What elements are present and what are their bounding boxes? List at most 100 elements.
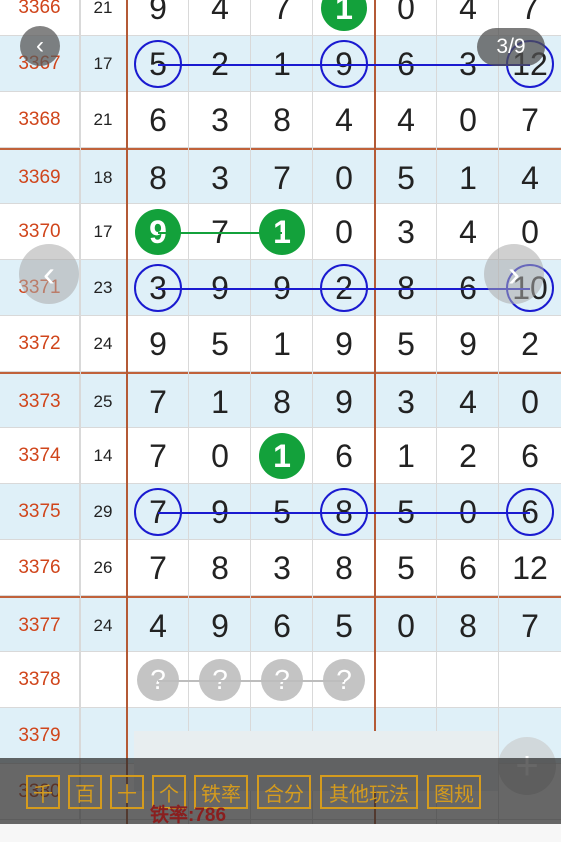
digit-cell: 5 [375, 150, 437, 206]
sum-value [80, 708, 126, 764]
digit: 7 [149, 549, 167, 586]
digit: 7 [149, 383, 167, 420]
previous-image-button[interactable]: ‹ [19, 244, 79, 304]
digit-cell: 9 [313, 316, 375, 372]
digit-cell: 9 [313, 374, 375, 430]
highlighted-digit: 1 [335, 0, 353, 26]
digit: 7 [273, 159, 291, 196]
digit-cell: 5 [313, 598, 375, 654]
digit: 9 [211, 607, 229, 644]
table-row: 3377 24 4 9 6 5 0 8 7 [0, 596, 561, 654]
digit-cell: 1 [251, 428, 313, 484]
digit-cell: 9 [437, 316, 499, 372]
page-counter: 3/9 [477, 28, 545, 66]
sum-value [80, 652, 126, 708]
digit: 7 [273, 0, 291, 26]
digit: 0 [211, 437, 229, 474]
table-row: 3368 21 6 3 8 4 4 0 7 [0, 92, 561, 148]
digit-cell [499, 652, 561, 708]
sum-value: 26 [93, 558, 113, 577]
gray-connect-line [158, 680, 344, 682]
digit: 1 [397, 437, 415, 474]
digit-cell [437, 652, 499, 708]
sum-value: 17 [93, 54, 113, 73]
digit-cell: 6 [127, 92, 189, 148]
next-image-button[interactable]: › [484, 244, 544, 304]
digit: 4 [459, 383, 477, 420]
back-button[interactable]: ‹ [20, 26, 60, 66]
digit: 6 [335, 437, 353, 474]
bottom-strip [0, 824, 561, 842]
chevron-right-icon: › [508, 253, 520, 294]
digit: 3 [397, 383, 415, 420]
column-divider [188, 0, 189, 842]
digit: 3 [273, 549, 291, 586]
sum-value: 17 [93, 222, 113, 241]
table-row: 3372 24 9 5 1 9 5 9 2 [0, 316, 561, 372]
table-row: 3376 26 7 8 3 8 5 6 12 [0, 540, 561, 596]
digit: 9 [335, 325, 353, 362]
digit-cell: 4 [437, 374, 499, 430]
issue-number: 3373 [0, 374, 80, 430]
toolbar-button[interactable]: 图规 [427, 775, 481, 809]
sum-value: 21 [93, 0, 113, 17]
column-divider [374, 0, 376, 842]
sum-value: 24 [93, 616, 113, 635]
table-row: 3374 14 7 0 1 6 1 2 6 [0, 428, 561, 484]
issue-number: 3379 [0, 708, 80, 764]
digit-cell: 4 [313, 92, 375, 148]
table-row: 3373 25 7 1 8 9 3 4 0 [0, 372, 561, 430]
digit: 9 [459, 325, 477, 362]
digit-cell: 9 [189, 598, 251, 654]
digit-cell: 7 [251, 0, 313, 36]
digit: 1 [459, 159, 477, 196]
digit: 6 [273, 607, 291, 644]
digit: 7 [521, 0, 539, 26]
digit-cell: 3 [251, 540, 313, 596]
chevron-left-icon: ‹ [36, 32, 44, 59]
toolbar-button[interactable]: 其他玩法 [320, 775, 418, 809]
column-divider [250, 0, 251, 842]
toolbar-button[interactable]: 千 [26, 775, 60, 809]
digit: 6 [149, 101, 167, 138]
green-highlight-circle: 1 [321, 0, 367, 31]
digit: 0 [335, 213, 353, 250]
digit-cell: 8 [127, 150, 189, 206]
digit-cell: 2 [437, 428, 499, 484]
toolbar-button[interactable]: 十 [110, 775, 144, 809]
digit-cell: 0 [189, 428, 251, 484]
digit-cell: 4 [127, 598, 189, 654]
digit: 7 [521, 607, 539, 644]
digit: 7 [521, 101, 539, 138]
table-row: 3366 21 9 4 7 1 0 4 7 [0, 0, 561, 36]
green-highlight-circle: 1 [259, 433, 305, 479]
digit-cell: 7 [499, 598, 561, 654]
toolbar-button[interactable]: 合分 [257, 775, 311, 809]
digit: 9 [335, 383, 353, 420]
digit-cell: 4 [437, 204, 499, 260]
digit-cell: 7 [127, 374, 189, 430]
digit: 8 [211, 549, 229, 586]
digit-cell: 4 [189, 0, 251, 36]
lottery-table: 3366219471047336717521963123368216384407… [0, 0, 561, 842]
digit: 8 [459, 607, 477, 644]
digit-cell: 3 [375, 204, 437, 260]
sum-value: 21 [93, 110, 113, 129]
digit: 8 [273, 101, 291, 138]
column-divider [436, 0, 437, 842]
blue-connect-line [158, 512, 530, 514]
digit: 4 [459, 213, 477, 250]
digit: 0 [521, 383, 539, 420]
digit-cell: 0 [499, 374, 561, 430]
digit: 7 [149, 437, 167, 474]
digit: 5 [397, 325, 415, 362]
digit-cell: 3 [189, 150, 251, 206]
sum-value: 29 [93, 502, 113, 521]
digit-cell: 1 [437, 150, 499, 206]
digit: 4 [211, 0, 229, 26]
issue-number: 3375 [0, 484, 80, 540]
toolbar-button[interactable]: 百 [68, 775, 102, 809]
digit-cell: 6 [313, 428, 375, 484]
digit: 2 [459, 437, 477, 474]
digit-cell: 1 [189, 374, 251, 430]
